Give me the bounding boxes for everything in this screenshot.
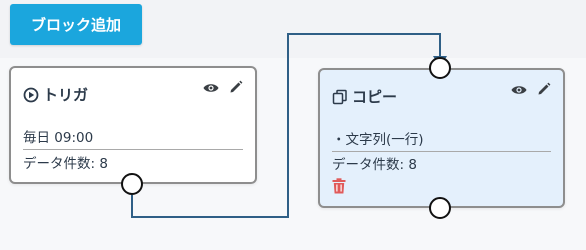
- copy-block[interactable]: コピー ・文字列(一行) データ件数: 8: [318, 68, 565, 208]
- pencil-icon[interactable]: [229, 79, 245, 93]
- trash-icon[interactable]: [332, 178, 346, 194]
- eye-icon[interactable]: [203, 79, 219, 93]
- data-count: データ件数: 8: [23, 156, 108, 172]
- trigger-title-text: トリガ: [43, 86, 89, 104]
- eye-icon[interactable]: [511, 81, 527, 95]
- data-count: データ件数: 8: [332, 157, 417, 173]
- trigger-block-title: トリガ: [23, 84, 88, 105]
- trigger-block[interactable]: トリガ 毎日 09:00 データ件数: 8: [9, 66, 257, 184]
- schedule-field: 毎日 09:00: [23, 126, 243, 150]
- copy-output-port[interactable]: [429, 197, 451, 219]
- copy-title-text: コピー: [352, 88, 398, 106]
- trigger-tools: [203, 79, 245, 93]
- copy-tools: [511, 81, 553, 95]
- pencil-icon[interactable]: [537, 81, 553, 95]
- copy-block-title: コピー: [332, 86, 397, 107]
- trigger-output-port[interactable]: [121, 173, 143, 195]
- copy-input-port[interactable]: [429, 57, 451, 79]
- add-block-button[interactable]: ブロック追加: [10, 4, 142, 45]
- play-circle-icon: [23, 87, 39, 103]
- text-field-item: ・文字列(一行): [332, 128, 551, 152]
- copy-icon: [332, 89, 348, 105]
